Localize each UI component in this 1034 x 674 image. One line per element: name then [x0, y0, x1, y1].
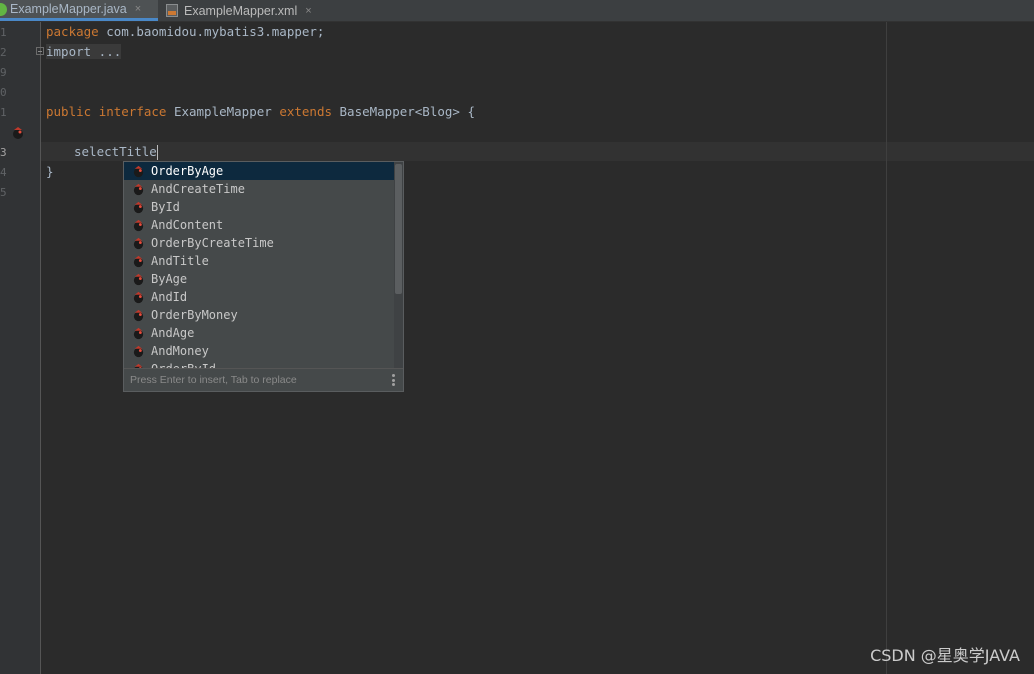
mybatis-method-icon	[133, 345, 144, 357]
folded-imports[interactable]: import ...	[46, 44, 122, 59]
code-line-interface[interactable]: public interface ExampleMapper extends B…	[46, 103, 475, 121]
editor-tab-bar: ExampleMapper.java × ExampleMapper.xml ×	[0, 0, 1034, 22]
mybatis-method-icon	[133, 219, 144, 231]
line-number: 9	[0, 66, 7, 79]
line-number: 5	[0, 186, 7, 199]
scrollbar-thumb[interactable]	[395, 164, 402, 294]
line-number: 1	[0, 26, 7, 39]
line-number: 2	[0, 46, 7, 59]
completion-item[interactable]: AndAge	[124, 324, 395, 342]
mybatis-method-icon	[133, 291, 144, 303]
mybatis-method-icon	[133, 237, 144, 249]
mybatis-method-icon	[133, 201, 144, 213]
text-caret	[156, 145, 158, 160]
completion-item[interactable]: OrderByCreateTime	[124, 234, 395, 252]
mybatis-method-icon	[133, 165, 144, 177]
completion-item[interactable]: AndContent	[124, 216, 395, 234]
completion-item[interactable]: AndTitle	[124, 252, 395, 270]
completion-item-label: OrderByAge	[151, 164, 224, 178]
completion-item-label: AndId	[151, 290, 188, 304]
completion-item-label: AndCreateTime	[151, 182, 245, 196]
code-line-2[interactable]: import ...	[46, 43, 122, 61]
completion-item-label: AndContent	[151, 218, 224, 232]
more-options-icon[interactable]	[392, 374, 395, 386]
code-text: ExampleMapper	[166, 104, 280, 119]
completion-item-label: AndMoney	[151, 344, 209, 358]
keyword: interface	[98, 104, 167, 119]
mybatis-method-icon	[133, 327, 144, 339]
line-number: 0	[0, 86, 7, 99]
code-completion-popup[interactable]: OrderByAge AndCreateTime ById AndContent Ord…	[123, 161, 404, 392]
code-line-1[interactable]: package com.baomidou.mybatis3.mapper;	[46, 23, 324, 41]
line-number: 4	[0, 166, 7, 179]
completion-item-label: OrderByCreateTime	[151, 236, 274, 250]
completion-item[interactable]: OrderByMoney	[124, 306, 395, 324]
close-icon[interactable]: ×	[135, 3, 141, 15]
code-line-close-brace[interactable]: }	[46, 163, 54, 181]
java-class-icon	[0, 2, 7, 16]
completion-scrollbar[interactable]	[394, 162, 403, 369]
typed-text: selectTitle	[74, 144, 157, 159]
right-margin-guide	[886, 22, 887, 674]
completion-item-label: ById	[151, 200, 180, 214]
mybatis-method-icon	[133, 273, 144, 285]
xml-file-icon	[166, 4, 178, 17]
code-text: BaseMapper<Blog> {	[332, 104, 475, 119]
mybatis-method-icon	[133, 183, 144, 195]
completion-list[interactable]: OrderByAge AndCreateTime ById AndContent Ord…	[124, 162, 395, 369]
code-text: }	[46, 164, 54, 179]
completion-item-label: AndAge	[151, 326, 195, 340]
tab-examplemapper-java[interactable]: ExampleMapper.java ×	[0, 0, 158, 21]
completion-item[interactable]: ByAge	[124, 270, 395, 288]
watermark: CSDN @星奥学JAVA	[870, 646, 1020, 665]
hint-text: Press Enter to insert, Tab to replace	[130, 374, 297, 386]
keyword: package	[46, 24, 99, 39]
fold-expand-icon[interactable]	[36, 47, 44, 55]
close-icon[interactable]: ×	[305, 5, 311, 17]
line-number: 1	[0, 106, 7, 119]
completion-item-label: OrderByMoney	[151, 308, 238, 322]
mybatis-method-icon	[133, 255, 144, 267]
completion-item-label: ByAge	[151, 272, 188, 286]
completion-item-label: AndTitle	[151, 254, 209, 268]
line-number: 3	[0, 146, 7, 159]
code-line-current[interactable]: selectTitle	[74, 143, 158, 161]
keyword: public	[46, 104, 92, 119]
mybatis-method-icon	[133, 309, 144, 321]
completion-item[interactable]: AndId	[124, 288, 395, 306]
line-number-gutter[interactable]: 1 2 9 0 1 3 4 5	[0, 22, 41, 674]
completion-hint: Press Enter to insert, Tab to replace	[124, 368, 403, 391]
completion-item[interactable]: OrderByAge	[124, 162, 395, 180]
code-text: com.baomidou.mybatis3.mapper;	[98, 24, 325, 39]
completion-item[interactable]: AndMoney	[124, 342, 395, 360]
tab-examplemapper-xml[interactable]: ExampleMapper.xml ×	[166, 0, 326, 21]
tab-label: ExampleMapper.java	[10, 2, 127, 16]
completion-item[interactable]: AndCreateTime	[124, 180, 395, 198]
tab-label: ExampleMapper.xml	[184, 3, 298, 18]
keyword: extends	[279, 104, 332, 119]
completion-item[interactable]: ById	[124, 198, 395, 216]
mybatis-bird-icon[interactable]	[11, 126, 25, 140]
